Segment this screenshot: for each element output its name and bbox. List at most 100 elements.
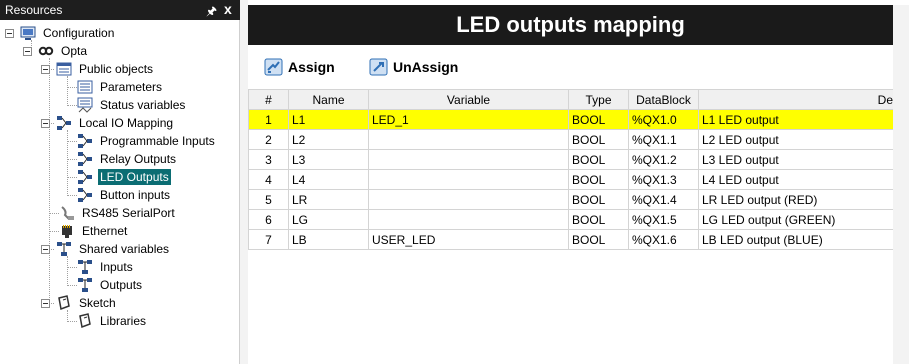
ethernet-icon [59, 223, 75, 239]
table-row[interactable]: 4 L4 BOOL %QX1.3 L4 LED output [248, 169, 909, 190]
tree-item-outputs[interactable]: Outputs [77, 276, 144, 294]
unassign-button[interactable]: UnAssign [369, 55, 458, 79]
cell-datablock: %QX1.6 [628, 229, 699, 250]
collapse-icon[interactable] [41, 64, 50, 74]
io-mapping-icon [77, 187, 93, 203]
tree-item-local-io-mapping[interactable]: Local IO Mapping [41, 114, 175, 132]
table-row[interactable]: 6 LG BOOL %QX1.5 LG LED output (GREEN) [248, 209, 909, 230]
cell-datablock: %QX1.3 [628, 169, 699, 190]
tree-item-libraries[interactable]: Libraries [77, 312, 148, 330]
tree-item-configuration[interactable]: Configuration [5, 24, 116, 42]
cell-variable[interactable] [368, 149, 569, 170]
cell-name: L4 [288, 169, 369, 190]
cell-description: L1 LED output [698, 109, 909, 130]
page-title: LED outputs mapping [456, 12, 685, 37]
cell-type: BOOL [568, 149, 629, 170]
cell-type: BOOL [568, 169, 629, 190]
cell-name: LG [288, 209, 369, 230]
tree-item-label: Libraries [100, 314, 147, 328]
cell-number: 1 [248, 109, 289, 130]
cell-type: BOOL [568, 209, 629, 230]
table-row[interactable]: 3 L3 BOOL %QX1.2 L3 LED output [248, 149, 909, 170]
tree-item-label: Button inputs [100, 188, 171, 202]
io-mapping-icon [77, 133, 93, 149]
cell-number: 7 [248, 229, 289, 250]
cell-variable[interactable] [368, 129, 569, 150]
cell-description: LR LED output (RED) [698, 189, 909, 210]
tree-item-public-objects[interactable]: Public objects [41, 60, 155, 78]
collapse-icon[interactable] [23, 46, 32, 56]
tree-item-button-inputs[interactable]: Button inputs [77, 186, 172, 204]
assign-icon [264, 57, 284, 77]
tree-item-ethernet[interactable]: Ethernet [59, 222, 129, 240]
cell-type: BOOL [568, 229, 629, 250]
cell-description: L4 LED output [698, 169, 909, 190]
cell-variable[interactable]: USER_LED [368, 229, 569, 250]
tree-item-label: Sketch [79, 296, 116, 310]
close-icon[interactable]: x [224, 1, 232, 17]
assign-label: Assign [288, 59, 335, 75]
collapse-icon[interactable] [41, 244, 50, 254]
editor-title-bar: LED outputs mapping [248, 5, 893, 45]
cell-datablock: %QX1.0 [628, 109, 699, 130]
opta-icon [38, 43, 54, 59]
cell-variable[interactable]: LED_1 [368, 109, 569, 130]
tree-item-rs485-serialport[interactable]: RS485 SerialPort [59, 204, 177, 222]
table-row[interactable]: 5 LR BOOL %QX1.4 LR LED output (RED) [248, 189, 909, 210]
resources-panel-header: Resources 🖈 x [0, 0, 240, 20]
tree-item-parameters[interactable]: Parameters [77, 78, 164, 96]
cell-name: L3 [288, 149, 369, 170]
tree-item-label: Local IO Mapping [79, 116, 174, 130]
splitter[interactable] [240, 0, 248, 364]
tree-item-opta[interactable]: Opta [23, 42, 89, 60]
cell-datablock: %QX1.4 [628, 189, 699, 210]
tree-item-inputs[interactable]: Inputs [77, 258, 135, 276]
column-header-datablock[interactable]: DataBlock [628, 89, 699, 110]
tree-item-label: Relay Outputs [100, 152, 177, 166]
pin-icon[interactable]: 🖈 [206, 2, 217, 23]
column-header-variable[interactable]: Variable [368, 89, 569, 110]
cell-variable[interactable] [368, 189, 569, 210]
column-header-name[interactable]: Name [288, 89, 369, 110]
table-row[interactable]: 7 LB USER_LED BOOL %QX1.6 LB LED output … [248, 229, 909, 250]
collapse-icon[interactable] [41, 118, 50, 128]
io-mapping-icon [77, 151, 93, 167]
table-row[interactable]: 1 L1 LED_1 BOOL %QX1.0 L1 LED output [248, 109, 909, 130]
tree-item-label: Configuration [43, 26, 115, 40]
collapse-icon[interactable] [5, 28, 14, 38]
assign-button[interactable]: Assign [264, 55, 335, 79]
cell-number: 4 [248, 169, 289, 190]
tree-item-relay-outputs[interactable]: Relay Outputs [77, 150, 178, 168]
cell-number: 6 [248, 209, 289, 230]
tree-item-label: Public objects [79, 62, 154, 76]
tree-item-label: Programmable Inputs [100, 134, 215, 148]
column-header-description[interactable]: Desc [698, 89, 909, 110]
table-header-row: # Name Variable Type DataBlock Desc [248, 89, 909, 110]
unassign-label: UnAssign [393, 59, 459, 75]
parameters-icon [77, 79, 93, 95]
tree-item-sketch[interactable]: Sketch [41, 294, 118, 312]
tree-item-programmable-inputs[interactable]: Programmable Inputs [77, 132, 217, 150]
resources-panel-title: Resources [5, 3, 63, 17]
cell-description: LB LED output (BLUE) [698, 229, 909, 250]
shared-variables-icon [56, 241, 72, 257]
tree-item-label: Ethernet [82, 224, 128, 238]
cell-variable[interactable] [368, 169, 569, 190]
table-row[interactable]: 2 L2 BOOL %QX1.1 L2 LED output [248, 129, 909, 150]
cell-type: BOOL [568, 109, 629, 130]
cell-variable[interactable] [368, 209, 569, 230]
public-objects-icon [56, 61, 72, 77]
shared-variables-icon [77, 277, 93, 293]
vertical-scrollbar[interactable] [893, 5, 909, 364]
cell-name: L1 [288, 109, 369, 130]
cell-name: LR [288, 189, 369, 210]
tree-item-status-variables[interactable]: Status variables [77, 96, 187, 114]
cell-name: L2 [288, 129, 369, 150]
tree-item-shared-variables[interactable]: Shared variables [41, 240, 171, 258]
collapse-icon[interactable] [41, 298, 50, 308]
editor-toolbar: Assign UnAssign [248, 55, 893, 79]
column-header-type[interactable]: Type [568, 89, 629, 110]
tree-item-led-outputs[interactable]: LED Outputs [77, 168, 171, 186]
column-header-number[interactable]: # [248, 89, 289, 110]
cell-description: L2 LED output [698, 129, 909, 150]
